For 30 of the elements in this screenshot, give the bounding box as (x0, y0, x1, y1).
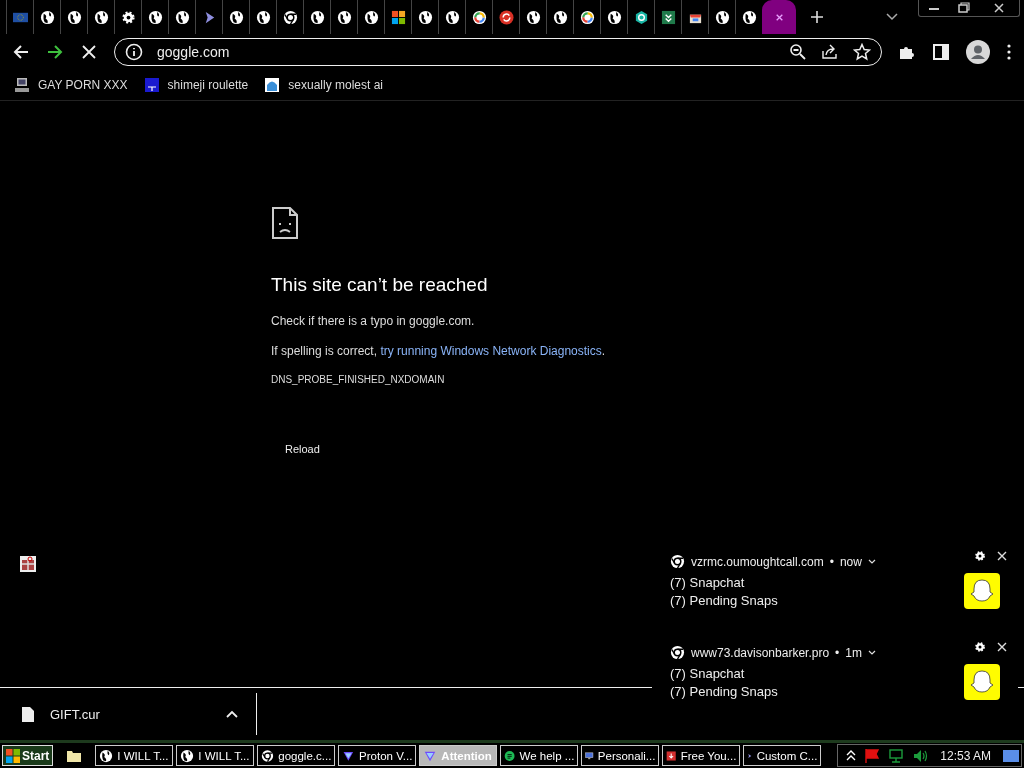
taskbar-button[interactable]: goggle.c... (257, 745, 336, 766)
notification-message: (7) Pending Snaps (670, 592, 778, 608)
error-title: This site can’t be reached (271, 274, 489, 296)
notification-time: now (839, 554, 862, 569)
taskbar-button[interactable]: Custom C... (743, 745, 822, 766)
taskbar-button[interactable]: Personali... (581, 745, 660, 766)
notification-title: (7) Snapchat (670, 574, 746, 590)
error-hint: If spelling is correct, try running Windows Network Diagnostics. (271, 344, 607, 358)
download-filename[interactable]: GIFT.cur (50, 706, 210, 722)
error-hint: Check if there is a typo in goggle.com. (271, 314, 476, 328)
notification-site: www73.davisonbarker.pro (691, 645, 830, 660)
start-button[interactable]: Start (2, 745, 54, 766)
separator-dot: • (835, 645, 840, 660)
notification-message: (7) Pending Snaps (670, 683, 778, 699)
taskbar-button[interactable]: Proton V... (338, 745, 417, 766)
separator-dot: • (829, 554, 834, 569)
notification-time: 1m (845, 645, 862, 660)
clock: 12:53 AM (940, 748, 991, 763)
taskbar-button[interactable]: I WILL T... (95, 745, 174, 766)
notification-title: (7) Snapchat (670, 665, 746, 681)
diagnostics-link[interactable]: try running Windows Network Diagnostics (380, 344, 602, 358)
taskbar-button[interactable]: Free You... (662, 745, 741, 766)
notification-site: vzrmc.oumoughtcall.com (691, 554, 824, 569)
taskbar-button[interactable]: We help ... (500, 745, 579, 766)
taskbar-button[interactable]: I WILL T... (176, 745, 255, 766)
bookmark-link[interactable]: sexually molest ai (288, 78, 383, 92)
error-code: DNS_PROBE_FINISHED_NXDOMAIN (271, 374, 446, 385)
bookmark-link[interactable]: shimeji roulette (167, 78, 249, 92)
bookmark-link[interactable]: GAY PORN XXX (38, 78, 128, 92)
url-text: goggle.com (157, 44, 231, 60)
